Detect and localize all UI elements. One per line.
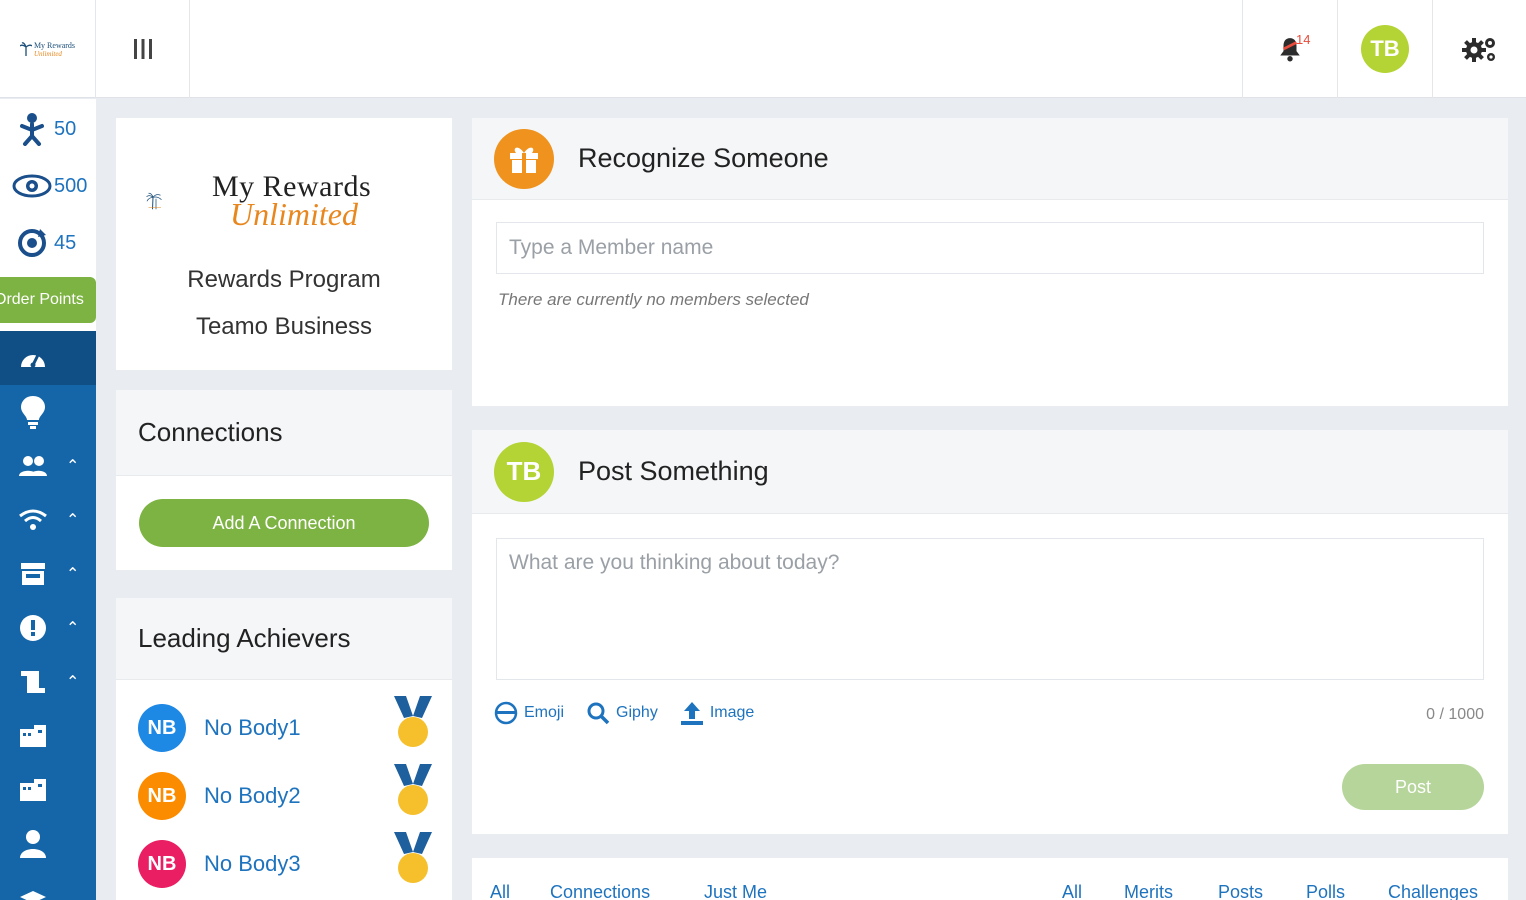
medal-icon — [394, 832, 432, 883]
order-points-button[interactable]: Order Points — [0, 277, 96, 323]
connections-card: Connections Add A Connection — [116, 390, 452, 570]
palm-tree-icon — [19, 42, 32, 56]
user-avatar-button[interactable]: TB — [1338, 0, 1433, 98]
scroll-icon — [21, 671, 45, 693]
left-sidebar: 50 500 45 Order Points ⌃ ⌃ ⌃ ⌃ ⌃ — [0, 99, 96, 900]
filter-all[interactable]: All — [490, 882, 510, 900]
logo-mini: My Rewards Unlimited — [19, 41, 75, 58]
notification-count: 14 — [1296, 32, 1311, 47]
nav-more[interactable] — [0, 871, 96, 900]
nav-store[interactable]: ⌃ — [0, 547, 96, 601]
avatar: TB — [494, 441, 554, 502]
top-bar: My Rewards Unlimited 14 TB — [0, 0, 1526, 98]
post-button[interactable]: Post — [1342, 764, 1484, 810]
add-connection-button[interactable]: Add A Connection — [139, 499, 429, 547]
chevron-up-icon: ⌃ — [66, 512, 80, 529]
achiever-name[interactable]: No Body1 — [204, 715, 301, 741]
nav-profile[interactable] — [0, 817, 96, 871]
leading-achievers-title: Leading Achievers — [116, 598, 452, 680]
upload-icon — [680, 702, 703, 725]
user-icon — [20, 830, 46, 858]
leading-achievers-card: Leading Achievers NB No Body1 NB No Body… — [116, 598, 452, 900]
list-item[interactable]: NB No Body2 — [138, 764, 438, 824]
avatar: NB — [138, 772, 186, 820]
filter-connections[interactable]: Connections — [550, 882, 650, 900]
chevron-up-icon: ⌃ — [66, 674, 80, 691]
post-title: Post Something — [578, 456, 769, 486]
stat-points-received[interactable]: 50 — [0, 109, 96, 149]
search-icon — [587, 702, 610, 725]
post-textarea[interactable] — [496, 538, 1484, 680]
connections-title: Connections — [116, 390, 452, 476]
notifications-button[interactable] — [1242, 0, 1338, 98]
brand-card: My Rewards Unlimited Rewards Program Tea… — [116, 118, 452, 370]
stat-points-refreshed[interactable]: 45 — [0, 223, 96, 263]
filter-type-all[interactable]: All — [1062, 882, 1082, 900]
post-card: TB Post Something Emoji Giphy Image 0 — [472, 430, 1508, 834]
nav-departments[interactable] — [0, 709, 96, 763]
eye-icon — [12, 174, 52, 198]
users-icon — [19, 456, 47, 476]
recognize-header: Recognize Someone — [472, 118, 1508, 200]
filter-challenges[interactable]: Challenges — [1388, 882, 1478, 900]
wifi-icon — [19, 509, 47, 530]
graduation-cap-icon — [20, 891, 46, 900]
character-counter: 0 / 1000 — [1426, 706, 1484, 723]
filter-just-me[interactable]: Just Me — [704, 882, 767, 900]
post-header: TB Post Something — [472, 430, 1508, 514]
person-up-icon — [20, 113, 44, 146]
medal-icon — [394, 696, 432, 747]
refresh-icon — [18, 229, 46, 257]
building-icon — [20, 725, 46, 747]
achiever-name[interactable]: No Body2 — [204, 783, 301, 809]
building-icon — [20, 779, 46, 801]
nav-ideas[interactable] — [0, 385, 96, 439]
emoji-icon — [494, 701, 518, 725]
medal-icon — [394, 764, 432, 815]
list-item[interactable]: NB No Body1 — [138, 696, 438, 756]
recognize-card: Recognize Someone There are currently no… — [472, 118, 1508, 406]
filter-polls[interactable]: Polls — [1306, 882, 1345, 900]
palm-tree-icon — [146, 192, 162, 210]
recognize-title: Recognize Someone — [578, 143, 829, 173]
avatar: NB — [138, 704, 186, 752]
filter-merits[interactable]: Merits — [1124, 882, 1173, 900]
post-tools: Emoji Giphy Image — [494, 700, 754, 726]
achiever-name[interactable]: No Body3 — [204, 851, 301, 877]
member-search-input[interactable] — [496, 222, 1484, 274]
menu-bars-icon — [133, 39, 152, 59]
alert-icon — [20, 615, 46, 641]
chevron-up-icon: ⌃ — [66, 620, 80, 637]
lightbulb-icon — [21, 396, 45, 429]
stat-points-viewed[interactable]: 500 — [0, 166, 96, 206]
menu-toggle-button[interactable] — [96, 0, 190, 98]
program-name: Rewards Program — [187, 266, 381, 293]
sidebar-nav: ⌃ ⌃ ⌃ ⌃ ⌃ — [0, 331, 96, 900]
gift-icon — [494, 128, 554, 189]
filter-posts[interactable]: Posts — [1218, 882, 1263, 900]
nav-users[interactable]: ⌃ — [0, 439, 96, 493]
nav-documents[interactable]: ⌃ — [0, 655, 96, 709]
no-members-note: There are currently no members selected — [498, 290, 809, 309]
settings-button[interactable] — [1433, 0, 1526, 98]
nav-feeds[interactable]: ⌃ — [0, 493, 96, 547]
brand-logo-subtitle: Unlimited — [230, 196, 358, 232]
chevron-up-icon: ⌃ — [66, 566, 80, 583]
header-logo[interactable]: My Rewards Unlimited — [0, 0, 96, 98]
nav-dashboard[interactable] — [0, 331, 96, 385]
nav-locations[interactable] — [0, 763, 96, 817]
gears-icon — [1461, 38, 1495, 62]
nav-alerts[interactable]: ⌃ — [0, 601, 96, 655]
image-upload-button[interactable]: Image — [680, 700, 754, 726]
dashboard-icon — [21, 354, 45, 368]
emoji-button[interactable]: Emoji — [494, 701, 564, 725]
feed-filter-bar: All Connections Just Me All Merits Posts… — [472, 858, 1508, 900]
avatar: NB — [138, 840, 186, 888]
giphy-button[interactable]: Giphy — [586, 701, 658, 725]
chevron-up-icon: ⌃ — [66, 458, 80, 475]
avatar: TB — [1361, 25, 1409, 73]
business-name: Teamo Business — [195, 313, 373, 340]
store-icon — [21, 563, 45, 585]
list-item[interactable]: NB No Body3 — [138, 832, 438, 892]
